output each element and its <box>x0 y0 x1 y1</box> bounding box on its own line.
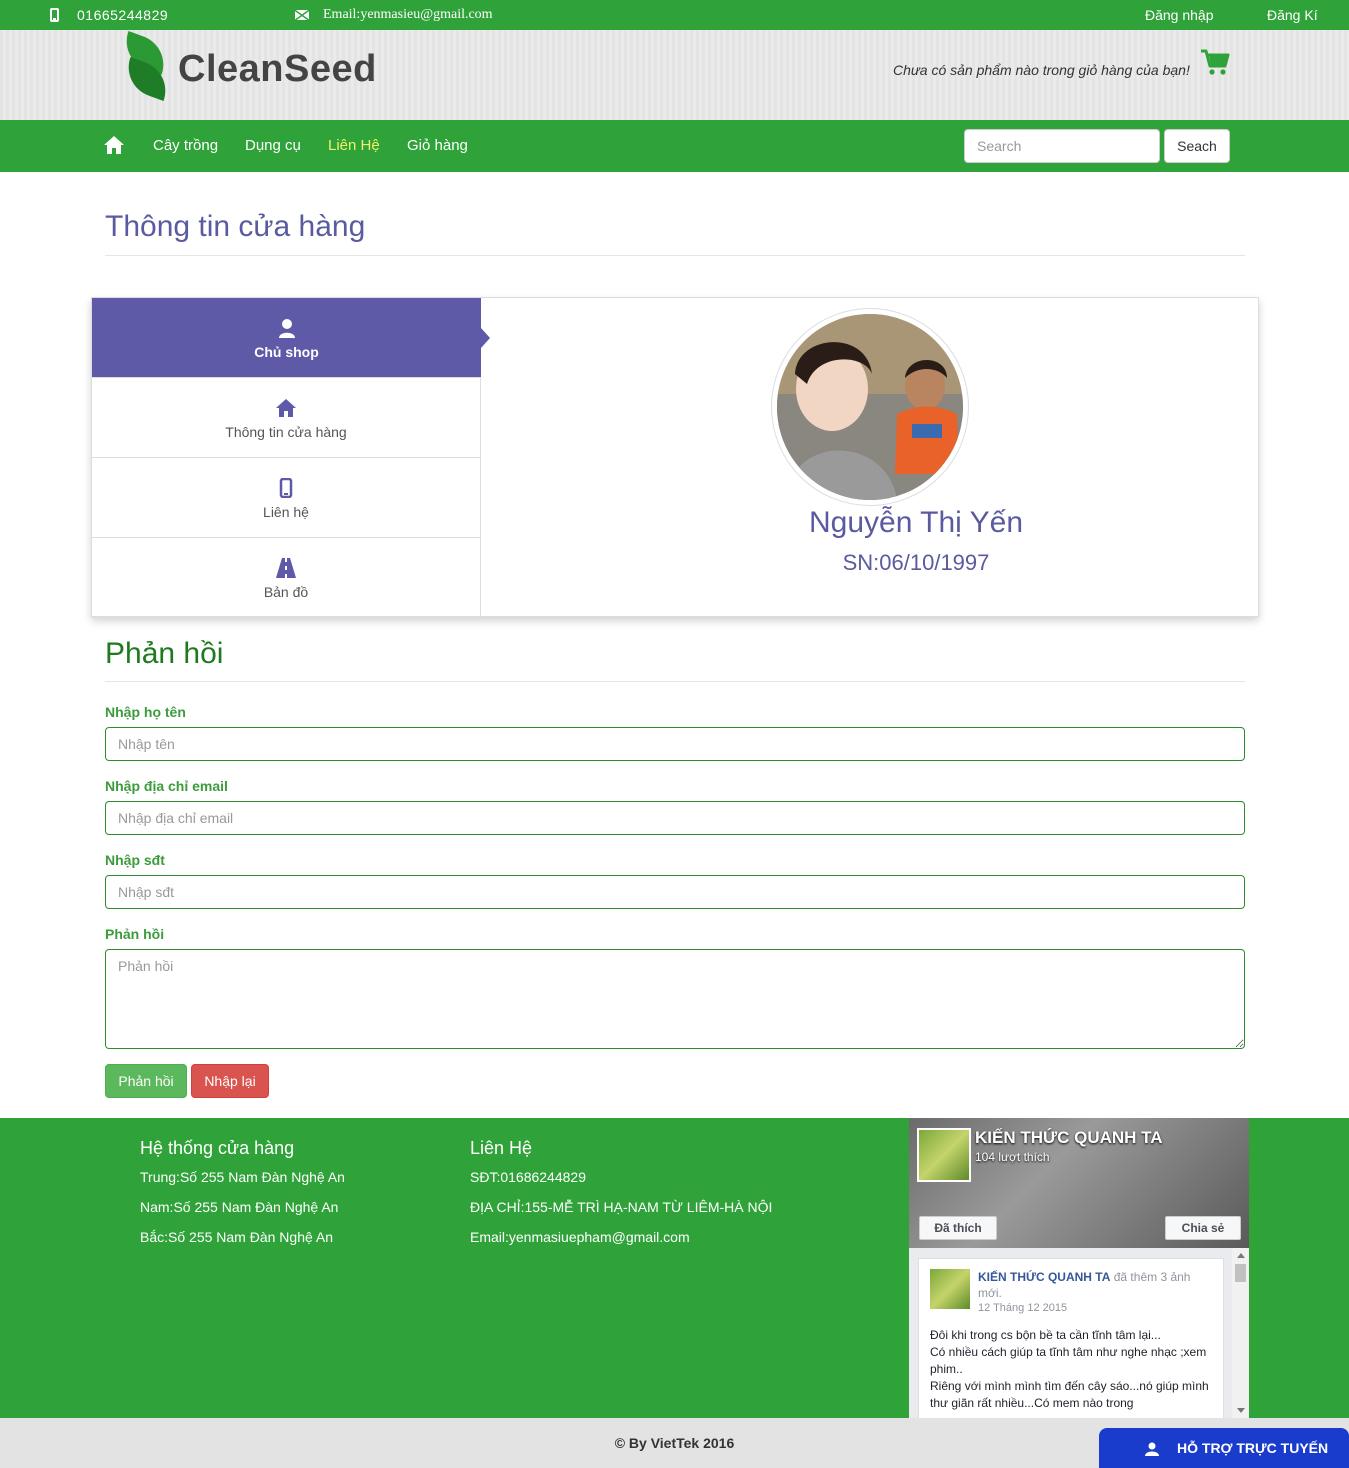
tab-chu-shop[interactable]: Chủ shop <box>92 298 490 378</box>
name-label: Nhập họ tên <box>105 704 186 720</box>
email-label: Nhập địa chỉ email <box>105 778 228 794</box>
footer-store-item: Trung:Số 255 Nam Đàn Nghệ An <box>140 1169 345 1185</box>
fb-post-header: KIẾN THỨC QUANH TA đã thêm 3 ảnh mới. <box>978 1269 1213 1301</box>
nav-item-gio-hang[interactable]: Giỏ hàng <box>407 137 468 155</box>
fb-post-author[interactable]: KIẾN THỨC QUANH TA <box>978 1270 1110 1284</box>
fb-post-date[interactable]: 12 Tháng 12 2015 <box>978 1302 1067 1314</box>
road-icon <box>276 558 296 578</box>
fb-post-line: Có nhiều cách giúp ta tĩnh tâm như nghe … <box>930 1345 1207 1376</box>
fb-cover-photo[interactable]: KIẾN THỨC QUANH TA 104 lượt thích Đã thí… <box>909 1118 1249 1248</box>
message-textarea[interactable] <box>105 949 1245 1049</box>
tab-label: Bản đồ <box>263 584 309 600</box>
footer-stores-title: Hệ thống cửa hàng <box>140 1138 295 1158</box>
logo-text: CleanSeed <box>178 47 377 90</box>
scroll-down-icon[interactable] <box>1237 1408 1245 1413</box>
site-header: CleanSeed Chưa có sản phẩm nào trong giỏ… <box>0 30 1349 120</box>
topbar-email: Email:yenmasieu@gmail.com <box>295 6 493 24</box>
fb-liked-button[interactable]: Đã thích <box>919 1216 997 1240</box>
footer-store-item: Bắc:Số 255 Nam Đàn Nghệ An <box>140 1229 334 1245</box>
fb-post-body: Đôi khi trong cs bộn bề ta cần tĩnh tâm … <box>930 1327 1215 1412</box>
reset-form-button[interactable]: Nhập lại <box>191 1064 269 1098</box>
owner-birthdate: SN:06/10/1997 <box>842 550 990 575</box>
submit-feedback-button[interactable]: Phản hồi <box>105 1064 187 1098</box>
tab-label: Thông tin cửa hàng <box>225 424 347 440</box>
phone-icon <box>50 8 59 22</box>
shopping-cart-icon[interactable] <box>1200 48 1230 76</box>
register-link[interactable]: Đăng Kí <box>1267 6 1318 24</box>
fb-share-button[interactable]: Chia sẻ <box>1165 1216 1241 1240</box>
footer-contact-phone: SĐT:01686244829 <box>470 1169 586 1185</box>
divider <box>105 255 1245 256</box>
feedback-title: Phản hồi <box>105 637 224 670</box>
live-support-button[interactable]: HỖ TRỢ TRỰC TUYẾN <box>1099 1428 1349 1468</box>
home-icon[interactable] <box>104 136 124 154</box>
fb-share-label: Chia sẻ <box>1181 1221 1225 1235</box>
main-navbar: Cây trồng Dụng cụ Liên Hệ Giỏ hàng Seach <box>0 120 1349 172</box>
fb-timeline[interactable]: KIẾN THỨC QUANH TA đã thêm 3 ảnh mới. 12… <box>909 1248 1249 1418</box>
home-icon <box>276 399 296 417</box>
owner-avatar <box>771 308 969 506</box>
nav-item-dung-cu[interactable]: Dụng cụ <box>245 137 301 155</box>
user-icon <box>278 319 295 338</box>
email-field[interactable] <box>105 801 1245 835</box>
owner-photo-icon <box>777 314 963 500</box>
footer-contact-title: Liên Hệ <box>470 1138 533 1158</box>
user-icon <box>1145 1442 1159 1456</box>
fb-scrollbar[interactable] <box>1232 1248 1249 1418</box>
phone-label: Nhập sđt <box>105 852 165 868</box>
envelope-icon <box>295 10 309 20</box>
login-link[interactable]: Đăng nhập <box>1145 6 1214 24</box>
fb-post: KIẾN THỨC QUANH TA đã thêm 3 ảnh mới. 12… <box>918 1258 1224 1418</box>
scrollbar-thumb[interactable] <box>1235 1264 1246 1282</box>
mobile-icon <box>279 478 293 498</box>
store-info-panel: Chủ shop Thông tin cửa hàng Liên hệ Bản … <box>91 297 1259 618</box>
footer-store-item: Nam:Số 255 Nam Đàn Nghệ An <box>140 1199 339 1215</box>
nav-item-cay-trong[interactable]: Cây trồng <box>153 137 218 155</box>
leaf-logo-icon <box>118 31 174 102</box>
search-button[interactable]: Seach <box>1164 129 1230 163</box>
scroll-up-icon[interactable] <box>1237 1253 1245 1258</box>
tab-thong-tin-cua-hang[interactable]: Thông tin cửa hàng <box>92 378 481 458</box>
site-footer: Hệ thống cửa hàng Trung:Số 255 Nam Đàn N… <box>0 1118 1349 1418</box>
fb-page-name[interactable]: KIẾN THỨC QUANH TA <box>975 1128 1163 1148</box>
live-support-label: HỖ TRỢ TRỰC TUYẾN <box>1177 1440 1329 1456</box>
search-input[interactable] <box>964 129 1160 163</box>
divider <box>105 681 1245 682</box>
nav-item-lien-he[interactable]: Liên Hệ <box>328 137 380 155</box>
tab-label: Chủ shop <box>254 344 319 360</box>
fb-like-count: 104 lượt thích <box>975 1150 1050 1164</box>
cart-status-message: Chưa có sản phẩm nào trong giỏ hàng của … <box>893 62 1190 78</box>
message-label: Phản hồi <box>105 926 165 942</box>
footer-contact-email: Email:yenmasiuepham@gmail.com <box>470 1229 690 1245</box>
phone-field[interactable] <box>105 875 1245 909</box>
topbar-email-text: Email:yenmasieu@gmail.com <box>323 7 493 22</box>
tab-ban-do[interactable]: Bản đồ <box>92 538 481 618</box>
fb-post-avatar[interactable] <box>930 1269 970 1309</box>
owner-name: Nguyễn Thị Yến <box>808 506 1024 539</box>
site-logo[interactable]: CleanSeed <box>118 31 377 102</box>
fb-post-line: Đôi khi trong cs bộn bề ta cần tĩnh tâm … <box>930 1328 1161 1342</box>
page-title: Thông tin cửa hàng <box>105 210 366 243</box>
fb-page-thumbnail[interactable] <box>917 1128 971 1182</box>
fb-liked-label: Đã thích <box>934 1221 982 1235</box>
top-bar: 01665244829 Email:yenmasieu@gmail.com Đă… <box>0 0 1349 30</box>
topbar-phone: 01665244829 <box>50 6 168 24</box>
name-field[interactable] <box>105 727 1245 761</box>
topbar-phone-text: 01665244829 <box>77 7 169 23</box>
fb-post-line: Riêng với mình mình tìm đến cây sáo...nó… <box>930 1379 1209 1410</box>
facebook-page-widget: KIẾN THỨC QUANH TA 104 lượt thích Đã thí… <box>909 1118 1249 1418</box>
footer-contact-address: ĐỊA CHỈ:155-MỄ TRÌ HẠ-NAM TỪ LIÊM-HÀ NỘI <box>470 1199 773 1215</box>
tab-lien-he[interactable]: Liên hệ <box>92 458 481 538</box>
tab-label: Liên hệ <box>263 504 309 520</box>
